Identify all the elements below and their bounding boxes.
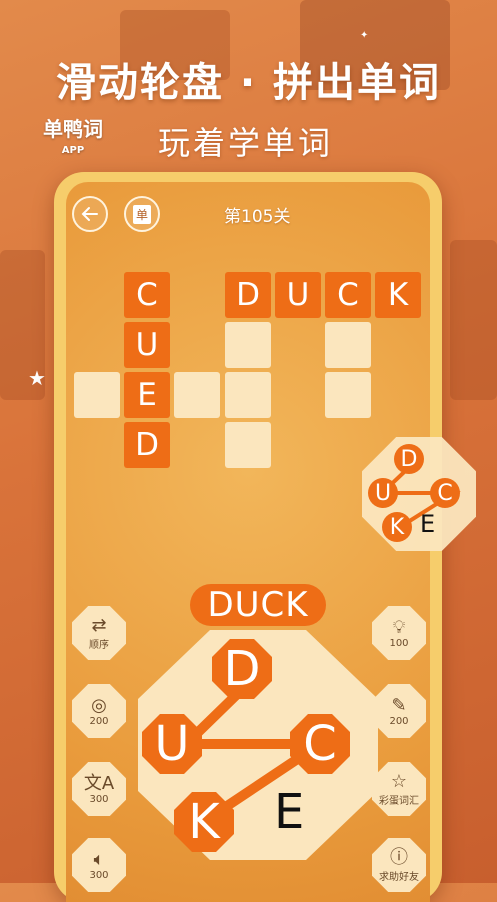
back-button[interactable] bbox=[72, 196, 108, 232]
wheel-letter-text: U bbox=[154, 716, 190, 772]
logo-sub: APP bbox=[61, 145, 85, 156]
board-cell: D bbox=[225, 272, 271, 318]
target-hint-button[interactable]: ◎ 200 bbox=[72, 684, 126, 738]
dictionary-button[interactable]: 单 bbox=[124, 196, 160, 232]
mini-letter-text: C bbox=[437, 480, 453, 506]
cell-letter: D bbox=[236, 277, 260, 313]
target-icon: ◎ bbox=[91, 694, 107, 716]
board-cell-empty bbox=[325, 372, 371, 418]
wheel-letter-text: C bbox=[303, 716, 337, 772]
cell-letter: D bbox=[135, 427, 159, 463]
arrow-left-icon bbox=[81, 207, 98, 221]
board-cell-empty bbox=[225, 422, 271, 468]
wheel-letter[interactable]: C bbox=[290, 714, 350, 774]
magic-wand-icon: ✎ bbox=[391, 694, 407, 716]
board-cell: U bbox=[124, 322, 170, 368]
cell-letter: K bbox=[387, 277, 409, 313]
help-icon: ⓘ bbox=[390, 846, 408, 868]
translate-button[interactable]: 文A 300 bbox=[72, 762, 126, 816]
shuffle-icon: ⇄ bbox=[91, 614, 107, 636]
current-word-pill: DUCK bbox=[190, 584, 326, 626]
board-cell: D bbox=[124, 422, 170, 468]
target-hint-cost: 200 bbox=[89, 715, 109, 727]
cell-letter: U bbox=[135, 327, 159, 363]
wheel-letter-text: K bbox=[188, 794, 220, 850]
board-cell: C bbox=[325, 272, 371, 318]
shuffle-label: 顺序 bbox=[89, 639, 109, 651]
magic-wand-cost: 200 bbox=[389, 715, 409, 727]
bonus-words-button[interactable]: ☆ 彩蛋词汇 bbox=[372, 762, 426, 816]
star-decoration-icon: ✦ bbox=[360, 30, 369, 41]
speaker-icon: 🔈︎ bbox=[93, 848, 105, 870]
translate-cost: 300 bbox=[89, 793, 109, 805]
cell-letter: C bbox=[337, 277, 359, 313]
promo-title: 滑动轮盘 · 拼出单词 bbox=[55, 60, 442, 106]
board-cell-empty bbox=[174, 372, 220, 418]
logo-text: 单鸭词 bbox=[43, 117, 103, 141]
board-cell: C bbox=[124, 272, 170, 318]
wheel-letter-text[interactable]: E bbox=[274, 784, 304, 840]
mini-letter-text: K bbox=[389, 514, 405, 540]
promo-subtitle: 玩着学单词 bbox=[158, 124, 334, 162]
level-title: 第105关 bbox=[224, 207, 291, 227]
speaker-cost: 300 bbox=[89, 869, 109, 881]
bonus-words-label: 彩蛋词汇 bbox=[379, 795, 419, 807]
board-cell: E bbox=[124, 372, 170, 418]
mini-letter: U bbox=[368, 478, 398, 508]
ask-friend-button[interactable]: ⓘ 求助好友 bbox=[372, 838, 426, 892]
bulb-hint-button[interactable]: 💡︎ 100 bbox=[372, 606, 426, 660]
ask-friend-label: 求助好友 bbox=[379, 871, 419, 883]
speaker-button[interactable]: 🔈︎ 300 bbox=[72, 838, 126, 892]
mini-letter: C bbox=[430, 478, 460, 508]
mini-letter-text: U bbox=[374, 480, 392, 506]
board-cell-empty bbox=[225, 372, 271, 418]
translate-icon: 文A bbox=[83, 772, 115, 794]
game-screen: 单 第105关 C U E D D U C K D U C K E DUCK D… bbox=[66, 182, 476, 902]
star-decoration-icon: ★ bbox=[28, 366, 46, 390]
bg-decoration bbox=[450, 240, 497, 400]
app-logo: 单鸭词 APP bbox=[40, 118, 106, 170]
mini-letter: K bbox=[382, 512, 412, 542]
board-cell: K bbox=[375, 272, 421, 318]
phone-frame: 单 第105关 C U E D D U C K D U C K E DUCK D… bbox=[54, 172, 476, 902]
magic-wand-button[interactable]: ✎ 200 bbox=[372, 684, 426, 738]
cell-letter: C bbox=[136, 277, 158, 313]
mini-letter: D bbox=[394, 444, 424, 474]
shuffle-button[interactable]: ⇄ 顺序 bbox=[72, 606, 126, 660]
board-cell: U bbox=[275, 272, 321, 318]
board-cell-empty bbox=[74, 372, 120, 418]
wheel-letter-text: D bbox=[223, 641, 261, 697]
cell-letter: E bbox=[137, 377, 157, 413]
bulb-icon: 💡︎ bbox=[392, 616, 406, 638]
mini-letter-text: E bbox=[420, 510, 436, 538]
mini-letter-text: D bbox=[400, 446, 418, 472]
board-cell-empty bbox=[225, 322, 271, 368]
cell-letter: U bbox=[286, 277, 310, 313]
wheel-letter[interactable]: U bbox=[142, 714, 202, 774]
star-icon: ☆ bbox=[390, 770, 408, 792]
board-cell-empty bbox=[325, 322, 371, 368]
bulb-hint-cost: 100 bbox=[389, 637, 409, 649]
wheel-letter[interactable]: K bbox=[174, 792, 234, 852]
dictionary-label: 单 bbox=[132, 204, 151, 224]
wheel-letter[interactable]: D bbox=[212, 639, 272, 699]
